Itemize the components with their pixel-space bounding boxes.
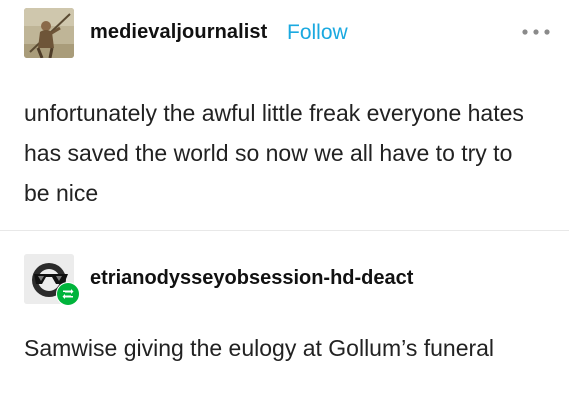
medieval-figure-avatar-icon — [24, 8, 74, 58]
author-avatar[interactable] — [24, 8, 74, 58]
post-body: unfortunately the awful little freak eve… — [24, 100, 524, 206]
follow-button[interactable]: Follow — [287, 21, 348, 45]
ellipsis-icon[interactable] — [520, 20, 552, 44]
author-username[interactable]: medievaljournalist — [90, 21, 267, 44]
post-header: medievaljournalist Follow — [24, 8, 552, 58]
reblog-header: etrianodysseyobsession-hd-deact — [24, 254, 552, 306]
reblog-icon — [56, 282, 80, 306]
reblog-body: Samwise giving the eulogy at Gollum’s fu… — [24, 335, 495, 361]
divider — [0, 230, 569, 231]
reblog-author-username[interactable]: etrianodysseyobsession-hd-deact — [90, 267, 413, 290]
